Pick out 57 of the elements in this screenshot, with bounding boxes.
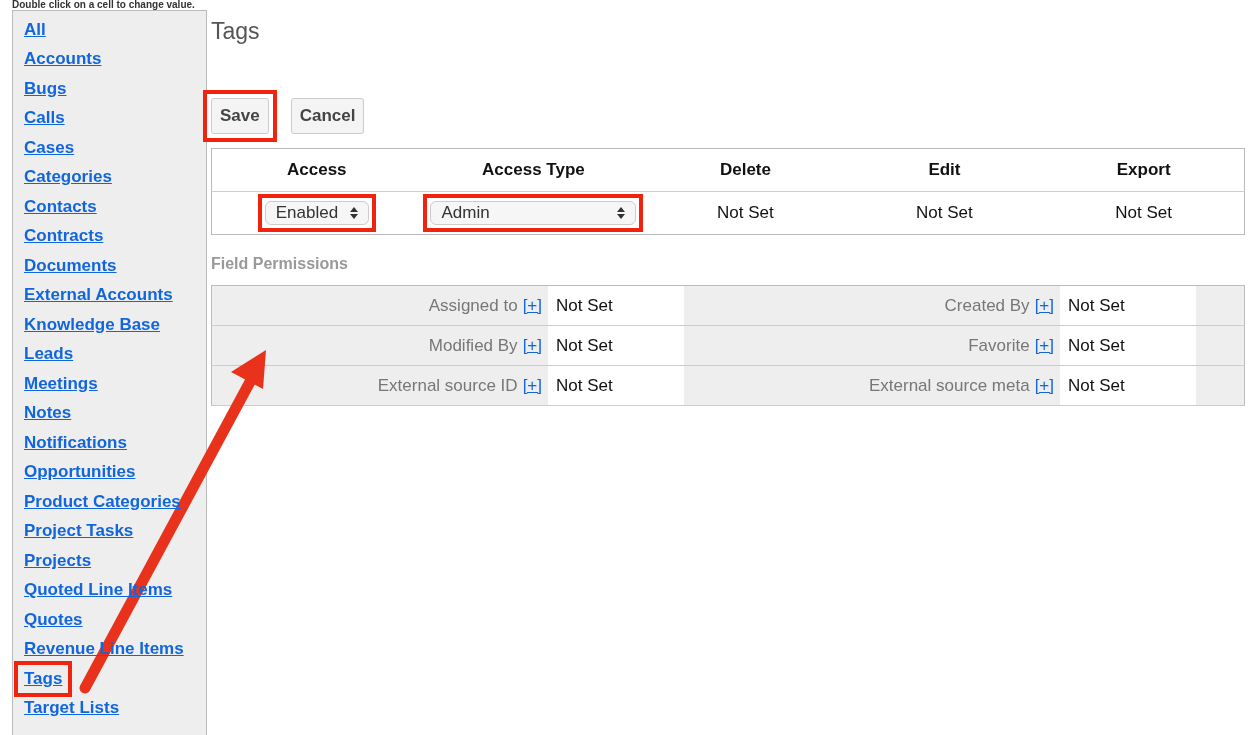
table-cell: Not Set: [548, 285, 684, 326]
sidebar-link[interactable]: Notes: [24, 401, 72, 426]
column-header: Edit: [845, 148, 1044, 192]
sidebar-link[interactable]: Quotes: [24, 607, 83, 632]
table-cell: Not Set: [548, 365, 684, 406]
sidebar-link[interactable]: Target Lists: [24, 696, 120, 721]
updown-arrows-icon: [617, 207, 626, 219]
column-header: Delete: [645, 148, 846, 192]
column-header: Access: [211, 148, 422, 192]
sidebar-link[interactable]: Cases: [24, 135, 75, 160]
add-link[interactable]: [+]: [1034, 375, 1054, 395]
field-label: Favorite: [968, 335, 1030, 355]
sidebar-link[interactable]: Categories: [24, 165, 112, 190]
updown-arrows-icon: [349, 207, 358, 219]
sidebar-link[interactable]: Knowledge Base: [24, 312, 161, 337]
hint-text: Double click on a cell to change value.: [11, 0, 196, 10]
sidebar-link[interactable]: Project Tasks: [24, 519, 134, 544]
sidebar-link[interactable]: Accounts: [24, 47, 102, 72]
save-button[interactable]: Save: [211, 98, 269, 134]
sidebar-link[interactable]: Leads: [24, 342, 74, 367]
column-header: Access Type: [421, 148, 646, 192]
column-header: Export: [1043, 148, 1245, 192]
table-cell: Not Set: [1060, 285, 1196, 326]
field-label: Modified By: [428, 335, 518, 355]
section-heading: Field Permissions: [211, 255, 349, 274]
field-label: External source meta: [869, 375, 1030, 395]
sidebar-link[interactable]: Opportunities: [24, 460, 136, 485]
add-link[interactable]: [+]: [522, 335, 542, 355]
table-cell: Not Set: [845, 191, 1044, 235]
sidebar-link[interactable]: Contracts: [24, 224, 104, 249]
sidebar-link[interactable]: All: [24, 17, 46, 42]
add-link[interactable]: [+]: [522, 375, 542, 395]
field-label: Created By: [944, 295, 1030, 315]
sidebar-link[interactable]: Contacts: [24, 194, 97, 219]
cancel-button[interactable]: Cancel: [290, 98, 365, 134]
field-label: External source ID: [377, 375, 518, 395]
field-label: Assigned to: [428, 295, 518, 315]
select-field[interactable]: Enabled: [264, 201, 369, 225]
sidebar-link[interactable]: Calls: [24, 106, 65, 131]
table-cell: Not Set: [1060, 365, 1196, 406]
sidebar-link[interactable]: Meetings: [24, 371, 98, 396]
sidebar-link[interactable]: Tags: [24, 666, 63, 691]
add-link[interactable]: [+]: [1034, 335, 1054, 355]
sidebar-link[interactable]: External Accounts: [24, 283, 173, 308]
sidebar-link[interactable]: Projects: [24, 548, 92, 573]
sidebar-link[interactable]: Notifications: [24, 430, 127, 455]
table-cell: Not Set: [1043, 191, 1245, 235]
table-cell: Not Set: [1060, 325, 1196, 366]
table-cell: Not Set: [548, 325, 684, 366]
sidebar-link[interactable]: Product Categories: [24, 489, 181, 514]
page-title: Tags: [211, 17, 261, 46]
sidebar-link[interactable]: Documents: [24, 253, 117, 278]
table-cell: Not Set: [645, 191, 846, 235]
add-link[interactable]: [+]: [522, 295, 542, 315]
select-field[interactable]: Admin: [430, 201, 637, 225]
sidebar-link[interactable]: Bugs: [24, 76, 67, 101]
add-link[interactable]: [+]: [1034, 295, 1054, 315]
